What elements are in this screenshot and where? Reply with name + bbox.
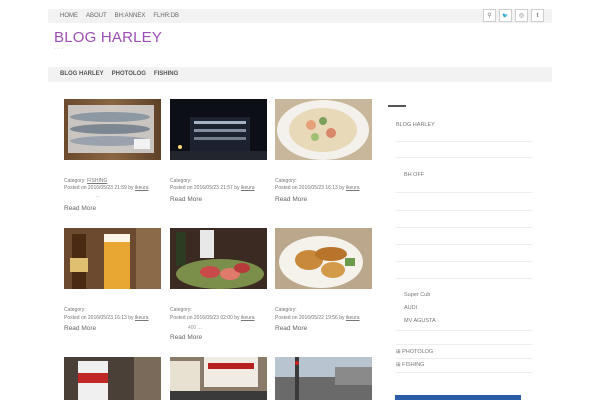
sidebar-divider [396,344,532,345]
post-thumbnail-shop-sign[interactable] [170,357,267,400]
sidebar-divider [396,227,532,228]
sidebar-divider [396,278,532,279]
fish-image [64,99,161,160]
sidebar-item-fishing[interactable]: ⊞ FISHING [396,362,424,368]
nav-fishing[interactable]: FISHING [150,67,182,82]
instagram-icon[interactable]: ◎ [515,9,528,22]
post-thumbnail-night-building[interactable] [170,99,267,160]
topnav-home[interactable]: HOME [56,9,82,23]
noodle-dish-image [275,99,372,160]
read-more-link[interactable]: Read More [64,325,96,332]
plus-icon: ⊞ [396,349,401,355]
category-link[interactable]: FISHING [87,178,107,184]
post-4-category: Category: [64,307,86,313]
post-4-posted: Posted on 2016/05/23 16:13 by ikeura [64,315,149,321]
post-5-excerpt: 400 ... [188,325,202,331]
post-thumbnail-fried-food[interactable] [275,228,372,289]
sidebar-banner[interactable] [395,395,521,400]
post-3-category: Category: [275,178,297,184]
nav-photolog[interactable]: PHOTOLOG [108,67,150,82]
sidebar-item-mv-agusta[interactable]: MV AGUSTA [404,318,436,324]
sidebar-item-blog-harley[interactable]: BLOG HARLEY [396,122,435,128]
sashimi-image [170,228,267,289]
post-3-posted: Posted on 2016/05/23 16:13 by ikeura [275,185,360,191]
post-thumbnail-fish[interactable] [64,99,161,160]
site-description: ~ ~ ~ [54,46,64,51]
sidebar-heading-bar [388,105,406,107]
sidebar-divider [396,157,532,158]
sidebar-divider [396,192,532,193]
post-thumbnail-beer[interactable] [64,228,161,289]
sidebar-item-bh-off[interactable]: BH OFF [404,172,424,178]
post-5-posted: Posted on 2016/05/23 02:00 by ikeura [170,315,255,321]
author-link[interactable]: ikeura [241,185,255,191]
asahi-mug-image [64,357,161,400]
topnav-bh-annex[interactable]: BH:ANNEX [111,9,150,23]
site-title[interactable]: BLOG HARLEY [54,29,162,46]
sidebar-item-super-cub[interactable]: Super Cub [404,292,430,298]
post-1-category: Category: FISHING [64,178,108,184]
tumblr-icon[interactable]: t [531,9,544,22]
sidebar-item-audi[interactable]: AUDI [404,305,417,311]
top-nav: HOME ABOUT BH:ANNEX FLHR:DB [56,9,183,23]
sidebar-divider [396,358,532,359]
sidebar-divider [396,372,532,373]
night-building-image [170,99,267,160]
read-more-link[interactable]: Read More [170,196,202,203]
post-thumbnail-street[interactable] [275,357,372,400]
post-5-category: Category: [170,307,192,313]
read-more-link[interactable]: Read More [275,325,307,332]
fried-food-image [275,228,372,289]
sidebar-divider [396,141,532,142]
author-link[interactable]: ikeura [346,315,360,321]
post-thumbnail-sashimi[interactable] [170,228,267,289]
beer-image [64,228,161,289]
sidebar-item-photolog[interactable]: ⊞ PHOTOLOG [396,349,433,355]
post-2-category: Category: [170,178,192,184]
plus-icon: ⊞ [396,362,401,368]
sidebar-divider [396,210,532,211]
author-link[interactable]: ikeura [346,185,360,191]
read-more-link[interactable]: Read More [275,196,307,203]
post-6-posted: Posted on 2016/05/22 19:56 by ikeura [275,315,360,321]
post-6-category: Category: [275,307,297,313]
author-link[interactable]: ikeura [135,315,149,321]
post-1-posted: Posted on 2016/05/23 21:59 by ikeura [64,185,149,191]
post-thumbnail-noodle-dish[interactable] [275,99,372,160]
search-icon[interactable]: ⚲ [483,9,496,22]
main-nav: BLOG HARLEY PHOTOLOG FISHING [48,67,552,82]
top-bar: HOME ABOUT BH:ANNEX FLHR:DB ⚲ 🐦 ◎ t [48,9,552,23]
post-2-posted: Posted on 2016/05/23 21:57 by ikeura [170,185,255,191]
post-1-excerpt: ... [96,193,101,199]
author-link[interactable]: ikeura [135,185,149,191]
shop-sign-image [170,357,267,400]
nav-blog-harley[interactable]: BLOG HARLEY [56,67,108,82]
topnav-about[interactable]: ABOUT [82,9,111,23]
street-image [275,357,372,400]
author-link[interactable]: ikeura [241,315,255,321]
twitter-icon[interactable]: 🐦 [499,9,512,22]
post-thumbnail-asahi-mug[interactable] [64,357,161,400]
sidebar-divider [396,330,532,331]
topnav-flhr-db[interactable]: FLHR:DB [149,9,183,23]
sidebar-divider [396,244,532,245]
social-icons: ⚲ 🐦 ◎ t [483,8,544,22]
sidebar-divider [396,261,532,262]
read-more-link[interactable]: Read More [64,205,96,212]
read-more-link[interactable]: Read More [170,334,202,341]
